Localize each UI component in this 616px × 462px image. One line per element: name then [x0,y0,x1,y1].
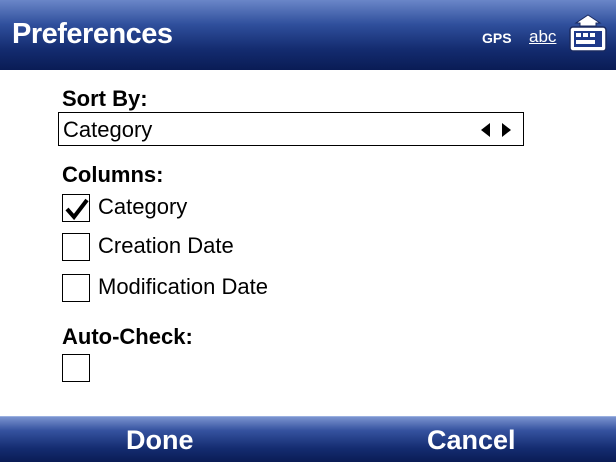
category-checkbox-label: Category [98,194,188,219]
gps-status: GPS [482,30,512,46]
keyboard-icon[interactable] [566,13,610,55]
softkey-bar: Done Cancel [0,416,616,462]
input-mode-indicator[interactable]: abc [529,27,556,47]
auto-check-checkbox[interactable] [62,354,90,382]
auto-check-label: Auto-Check: [62,324,193,349]
sort-by-select[interactable]: Category [58,112,524,146]
sort-by-label: Sort By: [62,86,148,111]
done-button[interactable]: Done [126,425,194,456]
sort-by-value: Category [63,117,153,142]
modification-date-checkbox[interactable] [62,274,90,302]
category-checkbox[interactable] [62,194,90,222]
columns-label: Columns: [62,162,164,187]
cancel-button[interactable]: Cancel [427,425,516,456]
creation-date-checkbox[interactable] [62,233,90,261]
creation-date-checkbox-label: Creation Date [98,233,234,258]
left-right-arrows-icon[interactable] [481,123,511,137]
modification-date-checkbox-label: Modification Date [98,274,268,299]
page-title: Preferences [12,18,173,50]
title-bar: Preferences GPS abc [0,0,616,70]
checkmark-icon [65,198,89,221]
